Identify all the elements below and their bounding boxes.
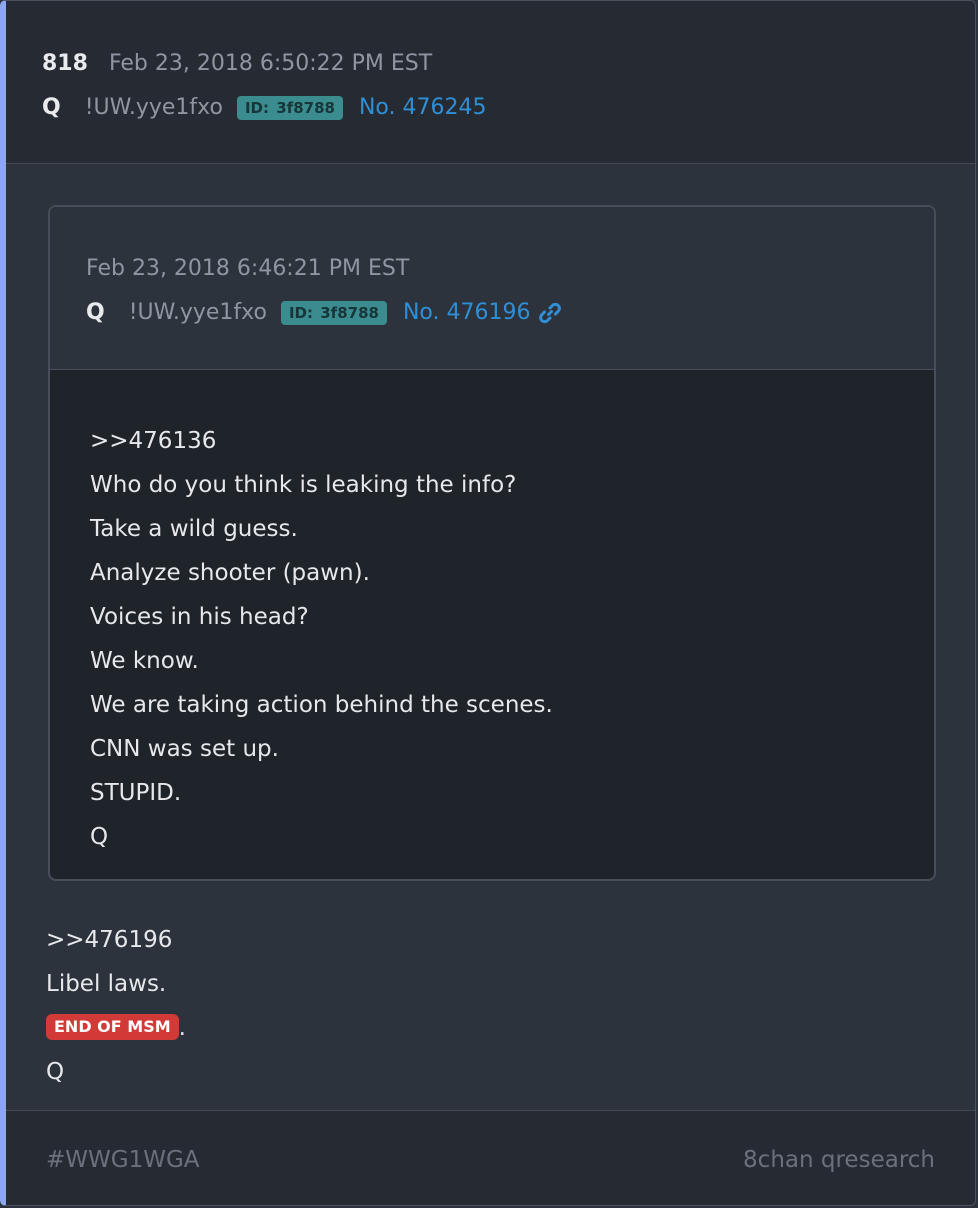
quoted-author-name: Q [86,300,105,325]
post-author-row: Q !UW.yye1fxo ID: 3f8788 No. 476245 [42,94,486,122]
quoted-id-label: ID: [288,304,313,322]
source-label: 8chan qresearch [743,1147,935,1173]
end-of-msm-tag: END OF MSM [46,1013,179,1040]
quoted-post-header: Feb 23, 2018 6:46:21 PM EST Q !UW.yye1fx… [50,207,934,370]
quoted-line: STUPID. [90,780,182,806]
id-value: 3f8788 [276,99,335,117]
post-body: >>476196 Libel laws. END OF MSM. Q [46,918,186,1094]
reply-link[interactable]: >>476196 [46,918,186,962]
q-post-card: 818 Feb 23, 2018 6:50:22 PM EST Q !UW.yy… [0,0,976,1206]
post-number-link[interactable]: No. 476245 [359,94,487,122]
body-tag-line: END OF MSM. [46,1006,186,1050]
quoted-post-body: >>476136 Who do you think is leaking the… [90,419,553,859]
post-number: 818 [42,51,88,76]
post-footer: #WWG1WGA 8chan qresearch [6,1110,975,1205]
post-header: 818 Feb 23, 2018 6:50:22 PM EST Q !UW.yy… [6,1,975,164]
tripcode: !UW.yye1fxo [84,95,223,120]
quoted-line[interactable]: >>476136 [90,419,553,463]
quoted-line: Who do you think is leaking the info? [90,472,517,498]
quoted-line: We know. [90,648,199,674]
author-name: Q [42,95,61,120]
tag-suffix: . [178,1015,186,1041]
post-date: Feb 23, 2018 6:50:22 PM EST [108,51,433,76]
quoted-post: Feb 23, 2018 6:46:21 PM EST Q !UW.yye1fx… [48,205,936,881]
body-signature: Q [46,1059,65,1085]
quoted-tripcode: !UW.yye1fxo [128,300,267,325]
quoted-line: Take a wild guess. [90,516,298,542]
post-meta-row: 818 Feb 23, 2018 6:50:22 PM EST [42,50,432,78]
quoted-id-badge: ID: 3f8788 [280,301,387,325]
hashtag: #WWG1WGA [46,1147,200,1173]
link-icon[interactable] [538,301,562,325]
quoted-id-value: 3f8788 [320,304,379,322]
quoted-line: Analyze shooter (pawn). [90,560,370,586]
quoted-line: We are taking action behind the scenes. [90,692,553,718]
quoted-line: CNN was set up. [90,736,279,762]
id-label: ID: [244,99,269,117]
quoted-post-date: Feb 23, 2018 6:46:21 PM EST [86,256,410,281]
quoted-author-row: Q !UW.yye1fxo ID: 3f8788 No. 476196 [86,299,562,327]
quoted-line: Voices in his head? [90,604,309,630]
id-badge: ID: 3f8788 [236,96,343,120]
body-line: Libel laws. [46,971,167,997]
quoted-line: Q [90,824,109,850]
quoted-post-number-link[interactable]: No. 476196 [403,299,531,327]
